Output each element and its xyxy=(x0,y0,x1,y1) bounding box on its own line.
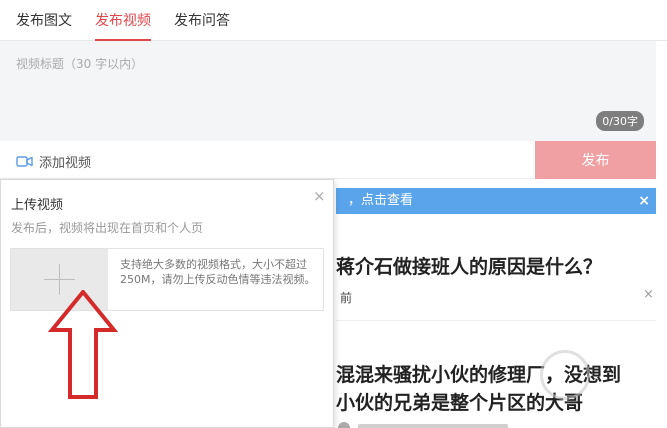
char-count-badge: 0/30字 xyxy=(596,111,644,131)
annotation-arrow-icon xyxy=(48,290,118,399)
feed-item-close-icon[interactable]: × xyxy=(643,287,654,302)
video-title-input[interactable] xyxy=(0,41,656,141)
notice-bar[interactable]: ，点击查看 × xyxy=(336,188,656,214)
tab-publish-qa[interactable]: 发布问答 xyxy=(174,10,230,41)
notice-close-icon[interactable]: × xyxy=(638,188,650,214)
feed-divider xyxy=(336,320,656,321)
author-meta-placeholder xyxy=(358,424,508,428)
feed-item-meta-blurred xyxy=(336,418,536,428)
tab-bar: 发布图文 发布视频 发布问答 xyxy=(0,0,667,41)
popup-close-icon[interactable]: × xyxy=(313,187,326,205)
popup-title: 上传视频 xyxy=(11,198,64,213)
publish-toolbar: 添加视频 发布 xyxy=(0,141,656,179)
popup-subtitle: 发布后，视频将出现在首页和个人页 xyxy=(11,221,204,235)
feed-item-title[interactable]: 蒋介石做接班人的原因是什么？ xyxy=(336,252,602,279)
add-video-label: 添加视频 xyxy=(39,156,92,171)
watermark-logo xyxy=(540,350,590,400)
author-avatar xyxy=(338,422,350,428)
upload-description: 支持绝大多数的视频格式，大小不超过250M，请勿上传反动色情等违法视频。 xyxy=(120,258,316,286)
notice-text: ，点击查看 xyxy=(348,193,414,208)
video-camera-icon xyxy=(16,156,33,167)
tab-publish-article[interactable]: 发布图文 xyxy=(16,10,72,41)
tab-publish-video[interactable]: 发布视频 xyxy=(95,10,151,41)
feed-item-meta: 前 xyxy=(340,291,353,305)
title-area: 0/30字 xyxy=(0,41,656,141)
publish-button[interactable]: 发布 xyxy=(535,141,656,179)
add-video-button[interactable]: 添加视频 xyxy=(16,152,91,171)
